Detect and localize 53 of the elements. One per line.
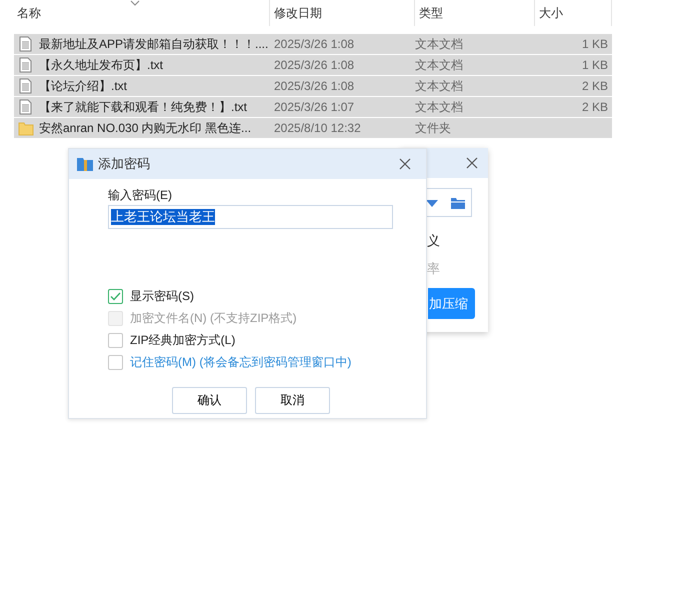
file-row[interactable]: 【永久地址发布页】.txt 2025/3/26 1:08 文本文档 1 KB bbox=[14, 55, 612, 75]
dialog-title: 添加密码 bbox=[98, 155, 151, 173]
folder-icon[interactable] bbox=[451, 197, 465, 209]
file-row[interactable]: 安然anran NO.030 内购无水印 黑色连... 2025/8/10 12:32 文件夹 bbox=[14, 118, 612, 138]
folder-icon bbox=[18, 120, 34, 136]
file-date: 2025/3/26 1:08 bbox=[274, 37, 354, 51]
file-row[interactable]: 【论坛介绍】.txt 2025/3/26 1:08 文本文档 2 KB bbox=[14, 76, 612, 96]
file-type: 文件夹 bbox=[415, 120, 451, 134]
close-icon[interactable] bbox=[399, 158, 411, 170]
checkbox-label: 加密文件名(N) (不支持ZIP格式) bbox=[130, 310, 297, 326]
file-name: 最新地址及APP请发邮箱自动获取！！！.... bbox=[39, 36, 268, 52]
document-icon bbox=[18, 57, 34, 73]
file-date: 2025/3/26 1:07 bbox=[274, 100, 354, 114]
file-name: 【论坛介绍】.txt bbox=[39, 78, 128, 94]
checkbox-label: 记住密码(M) (将会备忘到密码管理窗口中) bbox=[130, 354, 352, 370]
option-label: 率 bbox=[427, 260, 440, 278]
password-field[interactable]: 上老王论坛当老王 bbox=[108, 205, 393, 229]
file-row[interactable]: 最新地址及APP请发邮箱自动获取！！！.... 2025/3/26 1:08 文本文档 1 KB bbox=[14, 34, 612, 54]
caret-icon[interactable] bbox=[426, 200, 438, 207]
dialog-button[interactable]: 确认 bbox=[172, 387, 247, 414]
column-header[interactable]: 大小 bbox=[535, 0, 612, 26]
column-header[interactable]: 名称 bbox=[0, 0, 270, 26]
document-icon bbox=[18, 99, 34, 115]
checkbox-label: 显示密码(S) bbox=[130, 288, 194, 304]
column-header[interactable]: 类型 bbox=[415, 0, 535, 26]
file-date: 2025/8/10 12:32 bbox=[274, 121, 361, 135]
file-type: 文本文档 bbox=[415, 100, 463, 114]
option-label: 义 bbox=[427, 232, 440, 250]
document-icon bbox=[18, 78, 34, 94]
file-name: 安然anran NO.030 内购无水印 黑色连... bbox=[39, 120, 252, 136]
file-size: 1 KB bbox=[582, 58, 608, 72]
file-name: 【永久地址发布页】.txt bbox=[39, 56, 164, 74]
checkbox[interactable] bbox=[108, 288, 123, 304]
close-icon[interactable] bbox=[466, 157, 478, 169]
file-type: 文本文档 bbox=[415, 36, 463, 50]
file-row[interactable]: 【来了就能下载和观看！纯免费！】.txt 2025/3/26 1:07 文本文档 2 KB bbox=[14, 97, 612, 117]
file-size: 2 KB bbox=[582, 79, 608, 93]
checkbox[interactable] bbox=[108, 354, 123, 370]
file-name: 【来了就能下载和观看！纯免费！】.txt bbox=[39, 98, 248, 116]
file-date: 2025/3/26 1:08 bbox=[274, 58, 354, 72]
sort-caret-icon bbox=[130, 0, 140, 6]
file-date: 2025/3/26 1:08 bbox=[274, 79, 354, 93]
file-type: 文本文档 bbox=[415, 58, 463, 72]
field-label: 输入密码(E) bbox=[108, 187, 173, 204]
checkbox[interactable] bbox=[108, 332, 123, 348]
file-size: 1 KB bbox=[582, 37, 608, 51]
dialog-button[interactable]: 取消 bbox=[255, 387, 330, 414]
archive-icon bbox=[77, 157, 93, 171]
column-header[interactable]: 修改日期 bbox=[270, 0, 415, 26]
document-icon bbox=[18, 36, 34, 52]
file-type: 文本文档 bbox=[415, 78, 463, 92]
file-size: 2 KB bbox=[582, 100, 608, 114]
checkbox-label: ZIP经典加密方式(L) bbox=[130, 332, 236, 348]
